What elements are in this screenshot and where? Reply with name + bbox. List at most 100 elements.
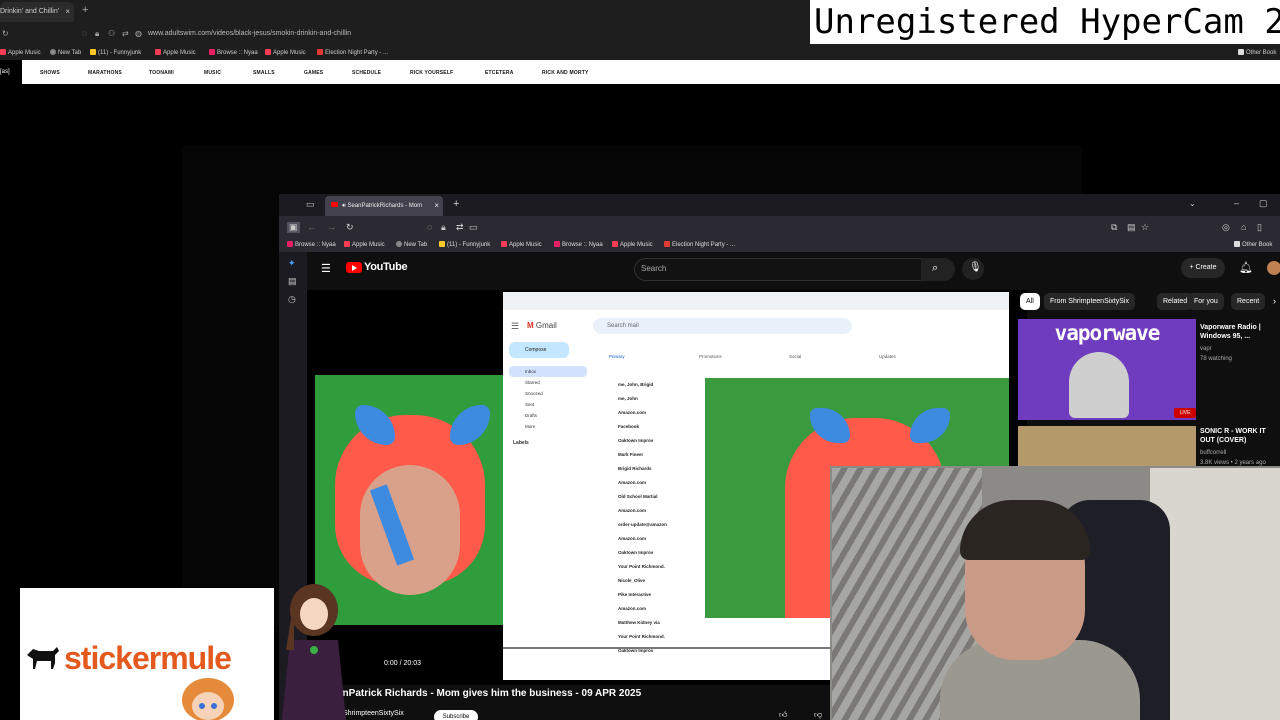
youtube-favicon-icon [331,202,338,207]
account-icon[interactable]: ◎ [1222,222,1230,233]
lock-icon: 🔒︎ [95,29,100,38]
rec-meta-1: 78 watching [1200,356,1233,362]
rec-title-1[interactable]: Vaporware Radio | Windows 95, ... [1200,323,1280,341]
rec-channel-1[interactable]: vapr [1200,345,1212,353]
list-tabs-icon[interactable]: ⌄ [1189,199,1196,208]
statue-bust-image [1069,352,1129,418]
video-title: anPatrick Richards - Mom gives him the b… [337,688,642,699]
adultswim-logo[interactable]: [as] [0,60,22,84]
bookmark-item[interactable]: Apple Music [0,49,41,56]
reload-icon[interactable]: ↻ [346,222,354,233]
minimize-icon[interactable]: – [1234,198,1239,208]
downloads-icon[interactable]: ▯ [1257,222,1262,233]
extensions-icon[interactable]: ⌂ [1241,222,1246,232]
mic-icon: 🎙︎ [969,262,982,273]
site-info-icon[interactable]: ◍ [135,29,142,38]
horse-logo-icon [27,647,59,669]
shield-icon[interactable]: ◌ [427,222,432,232]
subscribe-button[interactable]: Subscribe [434,710,478,720]
nav-rick-yourself[interactable]: RICK YOURSELF [410,70,453,76]
nav-shows[interactable]: SHOWS [40,70,60,76]
nav-toonami[interactable]: TOONAMI [149,70,174,76]
bookmark-item[interactable]: Apple Music [501,241,542,248]
menu-icon[interactable]: ☰ [321,262,331,275]
like-icon[interactable]: 👍︎ [779,710,787,720]
background-tab[interactable]: Drinkin' and Chillin' × [0,2,74,22]
chip-for-you[interactable]: For you [1188,293,1224,310]
shield-icon[interactable]: ◌ [82,29,87,38]
ai-sparkle-icon[interactable]: ✦ [288,258,296,269]
chip-from-channel[interactable]: From ShrimpteenSixtySix [1044,293,1135,310]
nav-music[interactable]: MUSIC [204,70,221,76]
background-url-text[interactable]: www.adultswim.com/videos/black-jesus/smo… [148,30,351,37]
bookmark-star-icon[interactable]: ☆ [1141,222,1149,233]
nav-etcetera[interactable]: ETCETERA [485,70,514,76]
bookmark-item[interactable]: Apple Music [612,241,653,248]
adultswim-nav-bar: SHOWS MARATHONS TOONAMI MUSIC SMALLS GAM… [0,60,1280,84]
create-button[interactable]: + Create [1181,258,1225,278]
back-icon[interactable]: ← [307,222,316,232]
other-bookmarks[interactable]: Other Book [1234,241,1272,248]
bookmark-item[interactable]: (11) - Funnyjunk [90,49,141,56]
bookmark-item[interactable]: Browse :: Nyaa [554,241,603,248]
rec-channel-2[interactable]: buffcorrell [1200,449,1226,457]
bookmark-item[interactable]: Apple Music [155,49,196,56]
chip-recent[interactable]: Recent [1231,293,1266,310]
play-icon [352,265,357,271]
bookmark-item[interactable]: Apple Music [344,241,385,248]
search-icon: ⌕ [932,262,939,274]
other-bookmarks[interactable]: Other Book [1238,49,1276,56]
close-icon[interactable]: × [434,196,439,216]
avatar[interactable] [1267,261,1280,275]
pip-icon[interactable]: ⧉ [1111,222,1117,233]
bookmark-item[interactable]: New Tab [50,49,81,56]
foreground-tab-title: SeanPatrickRichards - Mom [347,203,423,209]
history-icon[interactable]: ◷ [288,294,296,305]
search-button[interactable]: ⌕ [921,258,955,281]
search-input[interactable] [634,258,922,281]
bookmark-item[interactable]: Browse :: Nyaa [287,241,336,248]
new-tab-button[interactable]: + [82,4,88,16]
tabs-icon[interactable]: ▤ [288,276,297,287]
nav-games[interactable]: GAMES [304,70,323,76]
voice-search-button[interactable]: 🎙︎ [962,258,984,280]
permissions-icon[interactable]: ⚇ [108,29,115,38]
foreground-tab[interactable]: 🔊︎ SeanPatrickRichards - Mom × [325,196,443,216]
bookmark-item[interactable]: Browse :: Nyaa [209,49,258,56]
nav-schedule[interactable]: SCHEDULE [352,70,381,76]
tab-overview-icon[interactable]: ▭ [306,199,315,210]
time-display: 0:00 / 20:03 [384,660,421,667]
new-tab-button[interactable]: + [453,198,459,210]
notifications-icon[interactable]: 🔔︎ [1239,261,1253,274]
chevron-right-icon[interactable]: › [1273,296,1276,306]
speaker-icon[interactable]: 🔊︎ [342,203,346,209]
close-icon[interactable]: × [65,2,70,22]
bookmark-item[interactable]: Election Night Party - ... [317,49,388,56]
nav-marathons[interactable]: MARATHONS [88,70,122,76]
gmail-browser-bar [503,292,1009,310]
background-tab-title: Drinkin' and Chillin' [0,8,60,15]
permissions-icon[interactable]: ⇄ [456,222,464,233]
reader-icon[interactable]: ⇄ [122,29,129,38]
forward-icon[interactable]: → [327,222,336,232]
reader-view-icon[interactable]: ▤ [1127,222,1136,233]
rec-title-2[interactable]: SONIC R - WORK IT OUT (COVER) [1200,427,1280,445]
nav-smalls[interactable]: SMALLS [253,70,275,76]
search-placeholder: Search [641,264,667,273]
maximize-icon[interactable]: ▢ [1259,198,1268,209]
chip-all[interactable]: All [1020,293,1040,310]
dislike-icon[interactable]: 👎︎ [814,710,822,720]
rec-thumbnail-2[interactable] [1018,426,1196,466]
anime-character-overlay [282,584,346,720]
bookmark-item[interactable]: New Tab [396,241,427,248]
bookmark-item[interactable]: Election Night Party - ... [664,241,735,248]
nav-rick-and-morty[interactable]: RICK AND MORTY [542,70,589,76]
reload-icon[interactable]: ↻ [2,29,9,38]
hypercam-watermark: Unregistered HyperCam 2 [810,0,1280,44]
youtube-logo-text[interactable]: YouTube [364,261,408,273]
site-info-icon[interactable]: ▭ [469,222,478,233]
gmail-logo: M Gmail [527,321,557,330]
bookmark-item[interactable]: Apple Music [265,49,306,56]
bookmark-item[interactable]: (11) - Funnyjunk [439,241,490,248]
sidebar-toggle-icon[interactable]: ▣ [287,222,300,233]
